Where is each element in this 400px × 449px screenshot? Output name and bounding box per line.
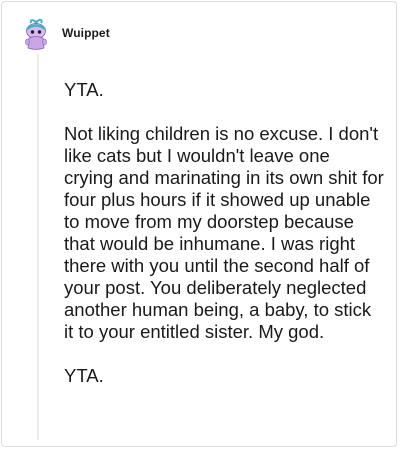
comment-paragraph-2: Not liking children is no excuse. I don'… (64, 123, 384, 342)
comment-paragraph-1: YTA. (64, 79, 104, 100)
comment-body: YTA. Not liking children is no excuse. I… (64, 79, 384, 387)
thread-line[interactable] (37, 54, 39, 440)
comment-header: Wuippet (22, 16, 110, 54)
comment-card: Wuippet YTA. Not liking children is no e… (1, 1, 397, 447)
comment-paragraph-3: YTA. (64, 365, 104, 386)
avatar-graphic (25, 18, 47, 50)
snoo-avatar-icon[interactable] (22, 18, 50, 52)
comment-author[interactable]: Wuippet (62, 26, 110, 40)
